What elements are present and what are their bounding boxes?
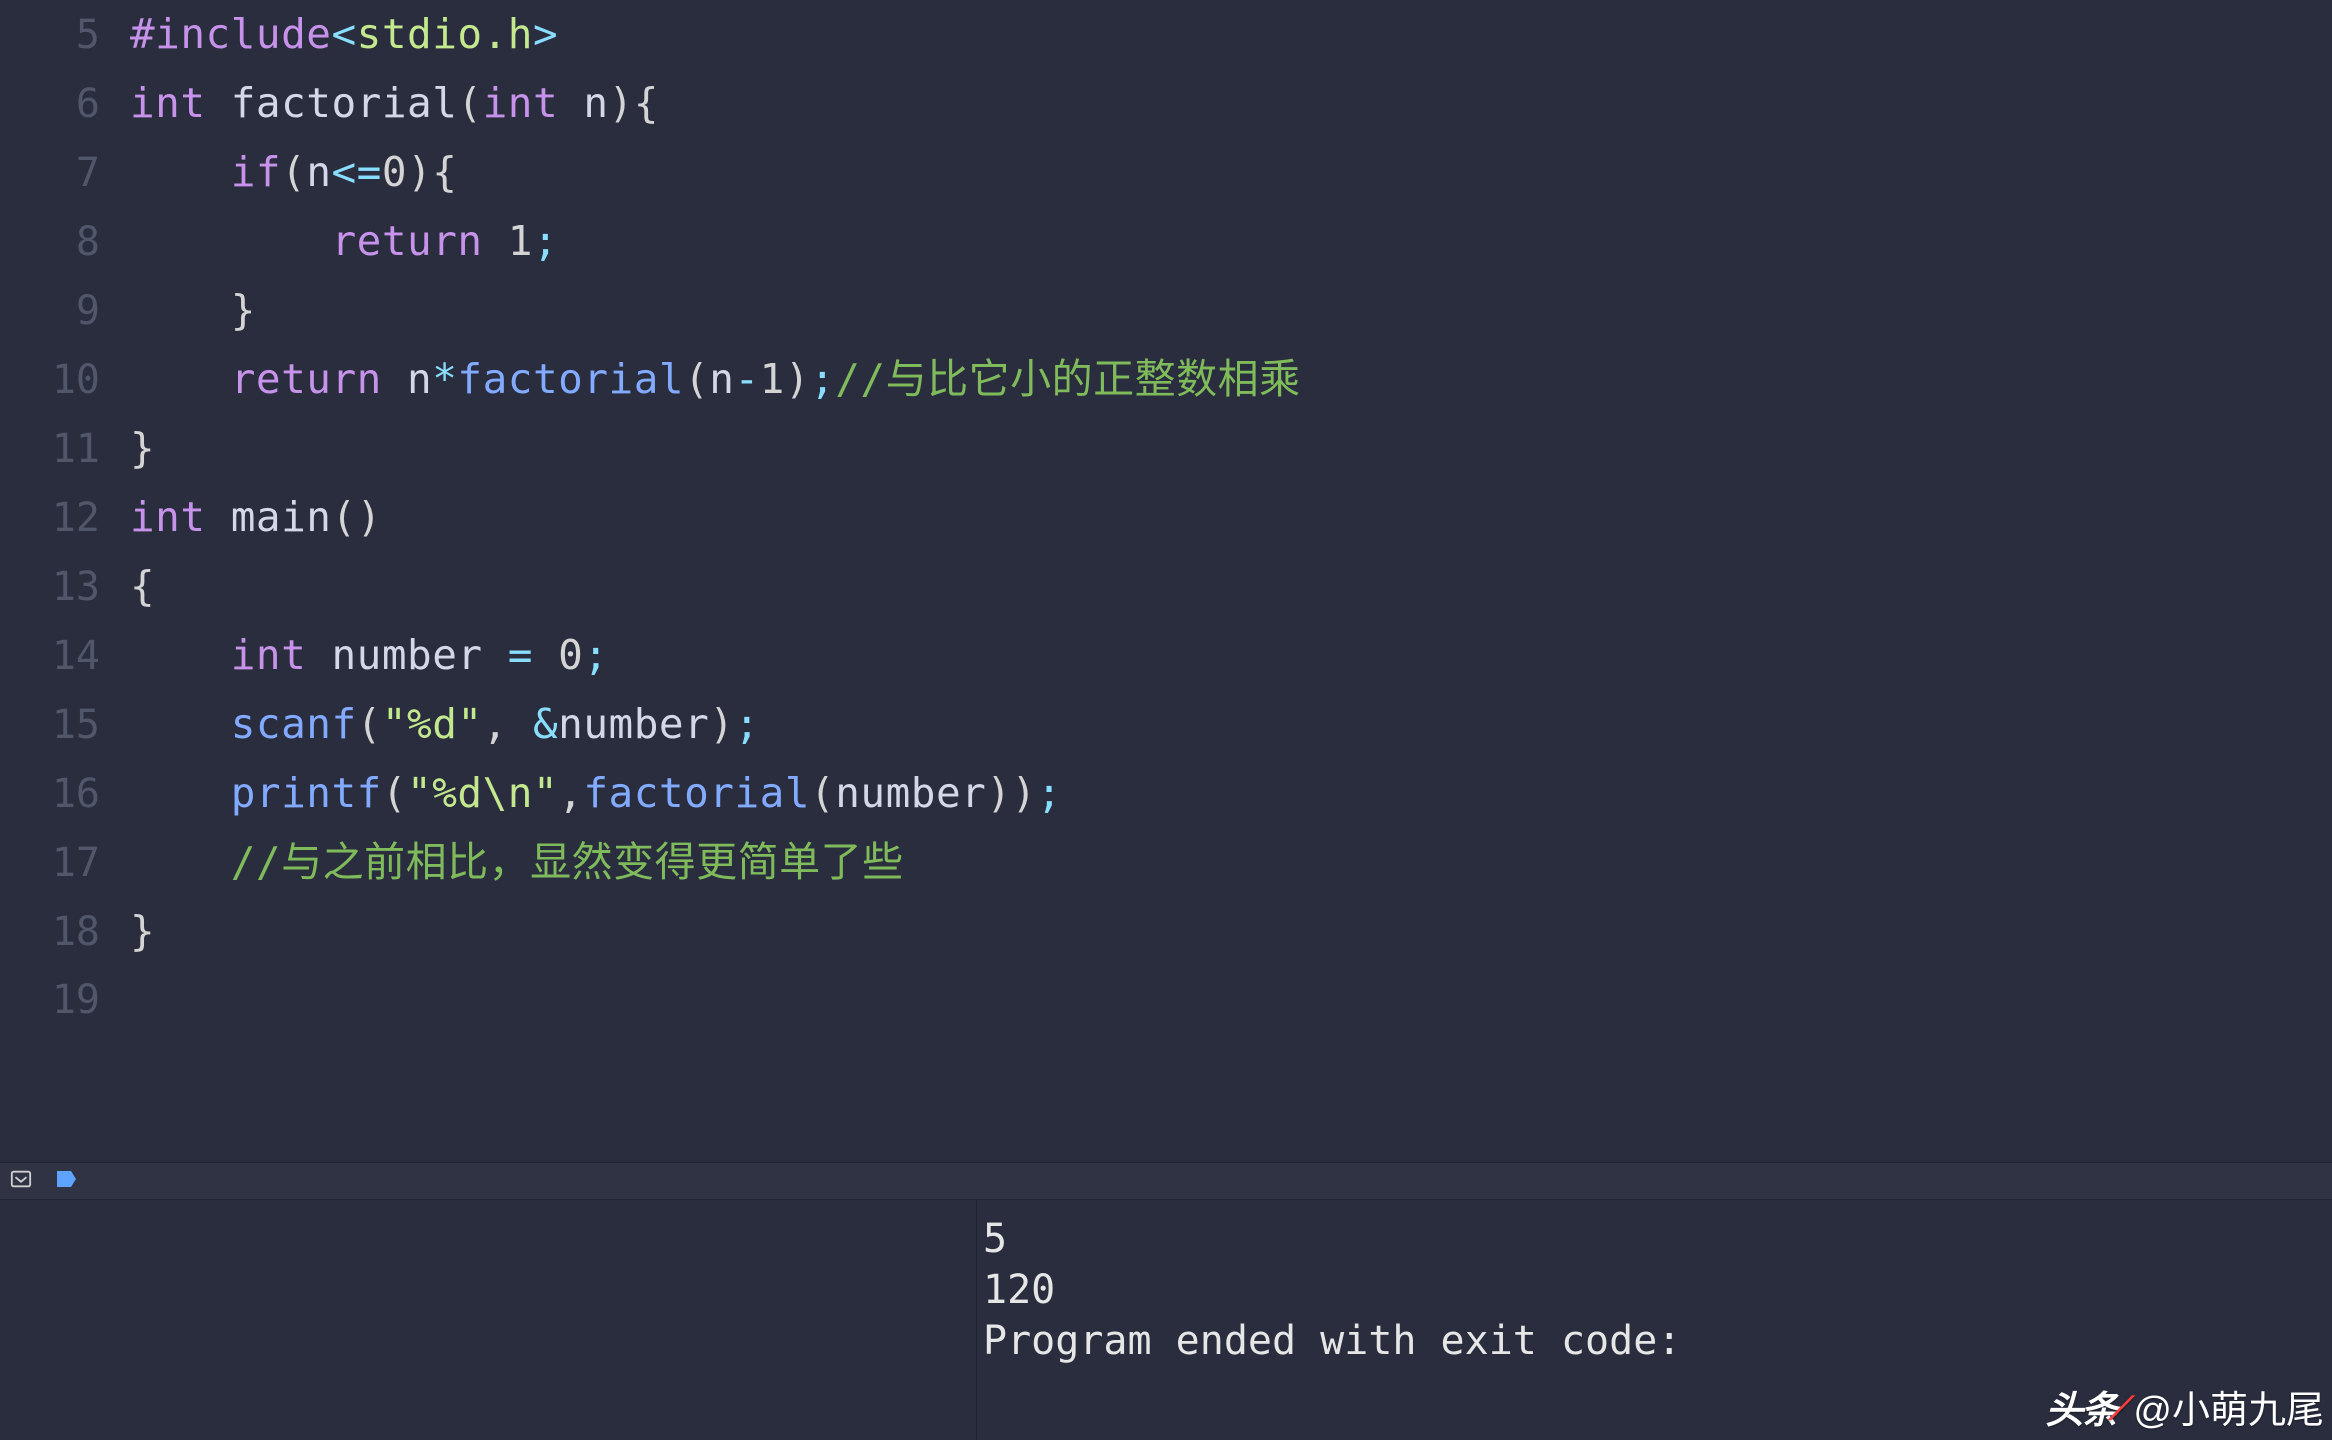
line-number: 16 <box>0 760 100 829</box>
line-number: 5 <box>0 1 100 70</box>
line-number: 17 <box>0 829 100 898</box>
code-content[interactable]: } <box>100 897 155 966</box>
variables-pane[interactable] <box>0 1200 977 1440</box>
code-content[interactable]: scanf("%d", &number); <box>100 690 760 759</box>
line-number: 9 <box>0 277 100 346</box>
code-line[interactable]: 6int factorial(int n){ <box>0 69 2332 138</box>
code-line[interactable]: 8 return 1; <box>0 207 2332 276</box>
console-line: 120 <box>983 1265 2332 1316</box>
console-panel: 5 120 Program ended with exit code: 头条⁄ … <box>0 1200 2332 1440</box>
line-number: 14 <box>0 622 100 691</box>
code-line[interactable]: 15 scanf("%d", &number); <box>0 690 2332 759</box>
output-pane[interactable]: 5 120 Program ended with exit code: 头条⁄ … <box>977 1200 2332 1440</box>
line-number: 19 <box>0 966 100 1035</box>
code-content[interactable]: //与之前相比，显然变得更简单了些 <box>100 828 904 897</box>
line-number: 11 <box>0 415 100 484</box>
code-content[interactable]: #include<stdio.h> <box>100 0 558 69</box>
watermark-handle: @小萌九尾 <box>2133 1387 2324 1436</box>
breakpoint-dropdown-icon[interactable] <box>10 1168 32 1194</box>
code-line[interactable]: 5#include<stdio.h> <box>0 0 2332 69</box>
code-content[interactable]: int main() <box>100 483 382 552</box>
code-content[interactable]: } <box>100 414 155 483</box>
line-number: 7 <box>0 139 100 208</box>
watermark: 头条⁄ @小萌九尾 <box>2045 1387 2324 1436</box>
debug-toolbar <box>0 1162 2332 1200</box>
code-line[interactable]: 18} <box>0 897 2332 966</box>
console-line: 5 <box>983 1214 2332 1265</box>
console-line: Program ended with exit code: <box>983 1316 2332 1367</box>
code-line[interactable]: 13{ <box>0 552 2332 621</box>
line-number: 6 <box>0 70 100 139</box>
code-line[interactable]: 12int main() <box>0 483 2332 552</box>
line-number: 10 <box>0 346 100 415</box>
code-line[interactable]: 7 if(n<=0){ <box>0 138 2332 207</box>
code-content[interactable]: { <box>100 552 155 621</box>
line-number: 15 <box>0 691 100 760</box>
code-content[interactable]: int factorial(int n){ <box>100 69 659 138</box>
line-number: 13 <box>0 553 100 622</box>
code-content[interactable]: if(n<=0){ <box>100 138 457 207</box>
code-line[interactable]: 11} <box>0 414 2332 483</box>
code-content[interactable]: } <box>100 276 256 345</box>
code-editor[interactable]: 5#include<stdio.h>6int factorial(int n){… <box>0 0 2332 1162</box>
code-line[interactable]: 19 <box>0 966 2332 1035</box>
line-number: 12 <box>0 484 100 553</box>
code-line[interactable]: 9 } <box>0 276 2332 345</box>
code-content[interactable]: printf("%d\n",factorial(number)); <box>100 759 1062 828</box>
watermark-logo: 头条⁄ <box>2045 1387 2121 1436</box>
code-content[interactable]: return n*factorial(n-1);//与比它小的正整数相乘 <box>100 345 1301 414</box>
continue-icon[interactable] <box>54 1167 78 1195</box>
line-number: 18 <box>0 898 100 967</box>
code-line[interactable]: 14 int number = 0; <box>0 621 2332 690</box>
code-content[interactable]: int number = 0; <box>100 621 609 690</box>
code-content[interactable]: return 1; <box>100 207 558 276</box>
line-number: 8 <box>0 208 100 277</box>
code-line[interactable]: 16 printf("%d\n",factorial(number)); <box>0 759 2332 828</box>
code-line[interactable]: 17 //与之前相比，显然变得更简单了些 <box>0 828 2332 897</box>
code-line[interactable]: 10 return n*factorial(n-1);//与比它小的正整数相乘 <box>0 345 2332 414</box>
